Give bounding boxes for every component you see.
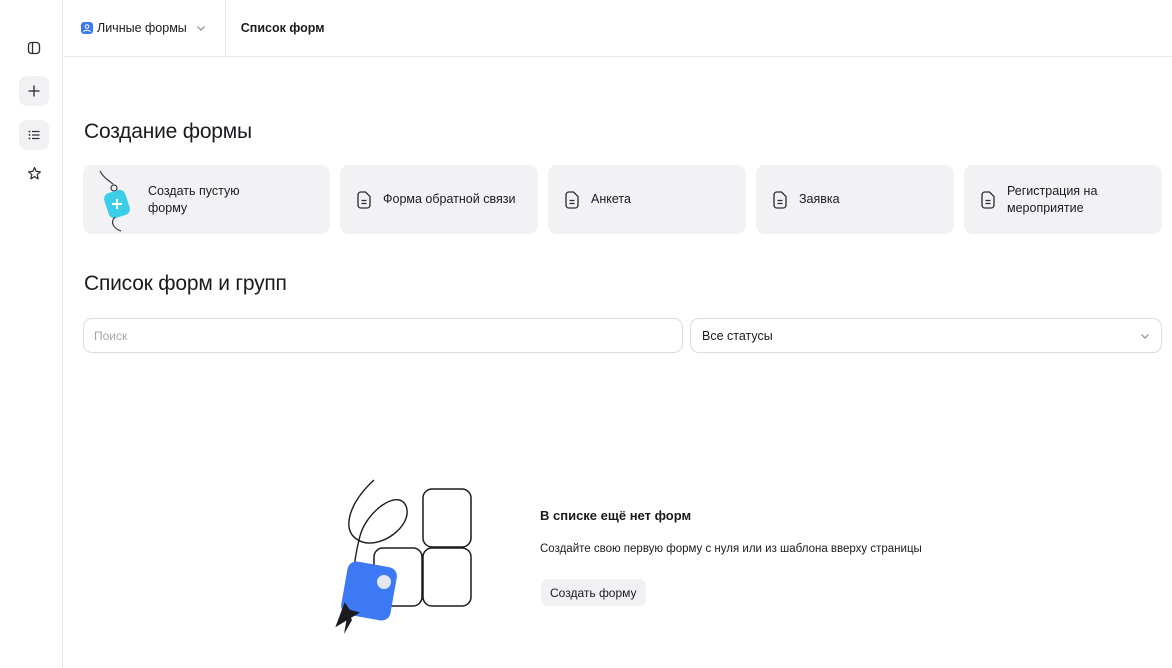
search-input[interactable]	[83, 318, 683, 353]
empty-state-title: В списке ещё нет форм	[540, 508, 692, 523]
user-icon	[81, 22, 93, 34]
template-card-label: Форма обратной связи	[383, 192, 516, 206]
breadcrumb-current: Список форм	[240, 21, 325, 35]
chevron-down-icon	[196, 26, 205, 31]
star-icon	[27, 166, 41, 179]
create-section-title: Создание формы	[84, 120, 252, 143]
sidebar-toggle-icon	[27, 41, 41, 55]
template-card-label: Создать пустую форму	[148, 183, 240, 215]
template-cards: Создать пустую форму Форма обратной связ…	[83, 165, 1162, 234]
favorites-button[interactable]	[19, 158, 49, 188]
template-card-label: Заявка	[799, 192, 840, 206]
empty-state-illustration	[335, 479, 472, 634]
template-card-blank[interactable]: Создать пустую форму	[83, 165, 330, 234]
template-card-event-registration[interactable]: Регистрация на мероприятие	[964, 165, 1162, 234]
template-card-label: Регистрация на мероприятие	[1007, 183, 1098, 215]
sidebar-toggle-button[interactable]	[19, 33, 49, 63]
document-icon	[981, 190, 995, 209]
blank-form-tag-icon	[99, 170, 130, 232]
forms-list-button[interactable]	[19, 120, 49, 150]
left-rail	[0, 0, 63, 668]
template-card-application[interactable]: Заявка	[756, 165, 954, 234]
workspace-switcher[interactable]: Личные формы	[64, 0, 226, 57]
chevron-down-icon	[1141, 333, 1149, 339]
template-card-questionnaire[interactable]: Анкета	[548, 165, 746, 234]
empty-state-subtitle: Создайте свою первую форму с нуля или из…	[540, 543, 922, 555]
status-filter-select[interactable]: Все статусы	[690, 318, 1162, 353]
top-header: Личные формы Список форм	[64, 0, 1172, 57]
plus-icon	[28, 85, 40, 97]
workspace-name: Личные формы	[97, 21, 187, 35]
create-form-button[interactable]: Создать форму	[541, 579, 646, 606]
document-icon	[773, 190, 787, 209]
document-icon	[357, 190, 371, 209]
list-icon	[28, 130, 40, 140]
status-filter-value: Все статусы	[702, 328, 773, 343]
template-card-feedback[interactable]: Форма обратной связи	[340, 165, 538, 234]
app: Личные формы Список форм Создание формы …	[0, 0, 1172, 668]
document-icon	[565, 190, 579, 209]
list-section-title: Список форм и групп	[84, 272, 287, 295]
create-button[interactable]	[19, 76, 49, 106]
template-card-label: Анкета	[591, 192, 631, 206]
